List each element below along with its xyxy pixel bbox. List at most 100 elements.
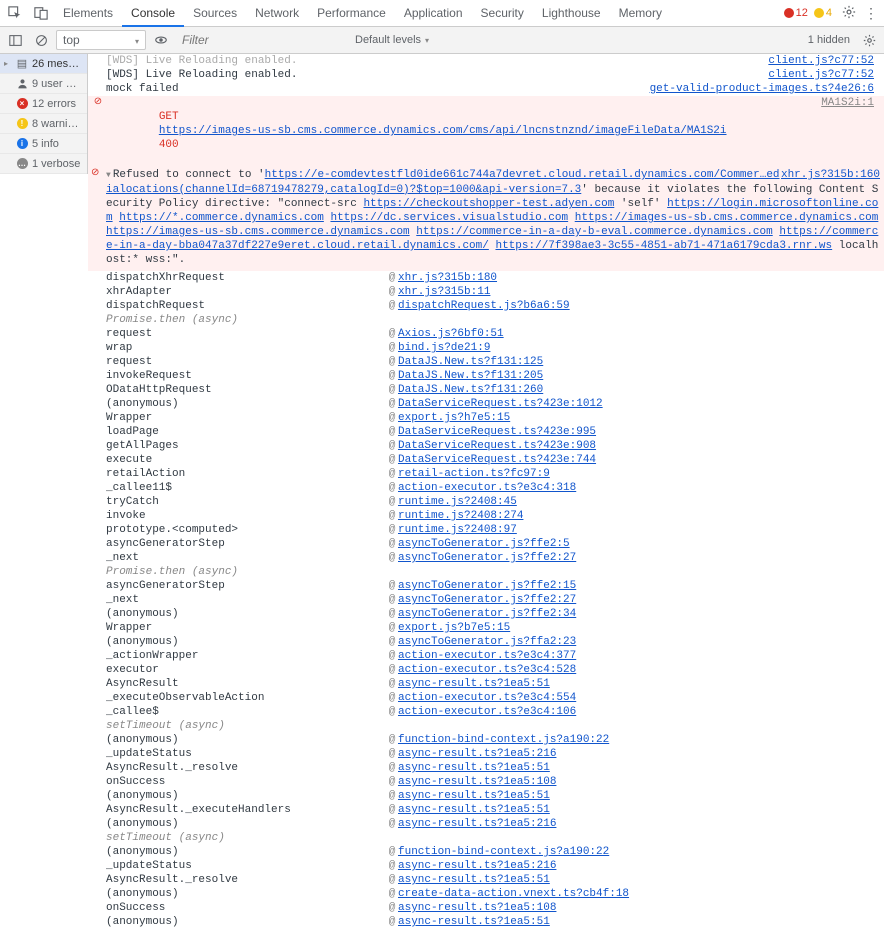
tab-application[interactable]: Application bbox=[395, 0, 472, 27]
stack-location-link[interactable]: function-bind-context.js?a190:22 bbox=[398, 734, 609, 746]
sidebar-errors[interactable]: ×12 errors bbox=[0, 94, 87, 114]
stack-location-link[interactable]: runtime.js?2408:274 bbox=[398, 510, 523, 522]
console-log-row[interactable]: mock failedget-valid-product-images.ts?4… bbox=[88, 82, 884, 96]
filter-input[interactable] bbox=[176, 30, 345, 50]
stack-location-link[interactable]: DataJS.New.ts?f131:260 bbox=[398, 384, 543, 396]
at-symbol: @ bbox=[386, 425, 398, 439]
stack-location-link[interactable]: async-result.ts?1ea5:216 bbox=[398, 818, 556, 830]
tab-console[interactable]: Console bbox=[122, 0, 184, 27]
sidebar-verbose[interactable]: …1 verbose bbox=[0, 154, 87, 174]
stack-location-link[interactable]: DataServiceRequest.ts?423e:908 bbox=[398, 440, 596, 452]
source-link[interactable]: client.js?c77:52 bbox=[768, 69, 874, 81]
hidden-count[interactable]: 1 hidden bbox=[808, 34, 854, 46]
console-settings-gear-icon[interactable] bbox=[858, 29, 880, 51]
sidebar-label: 12 errors bbox=[32, 98, 83, 110]
source-link[interactable]: xhr.js?315b:160 bbox=[781, 168, 880, 182]
expand-triangle-icon: ▸ bbox=[4, 59, 12, 68]
stack-location-link[interactable]: function-bind-context.js?a190:22 bbox=[398, 846, 609, 858]
csp-source-link[interactable]: https://checkoutshopper-test.adyen.com bbox=[363, 198, 614, 210]
tab-lighthouse[interactable]: Lighthouse bbox=[533, 0, 610, 27]
tab-security[interactable]: Security bbox=[472, 0, 533, 27]
source-link[interactable]: client.js?c77:52 bbox=[768, 55, 874, 67]
console-log-row[interactable]: [WDS] Live Reloading enabled.client.js?c… bbox=[88, 68, 884, 82]
stack-location-link[interactable]: action-executor.ts?e3c4:318 bbox=[398, 482, 576, 494]
stack-location-link[interactable]: export.js?h7e5:15 bbox=[398, 412, 510, 424]
stack-location-link[interactable]: runtime.js?2408:45 bbox=[398, 496, 517, 508]
stack-function: (anonymous) bbox=[106, 915, 386, 929]
stack-location-link[interactable]: DataJS.New.ts?f131:205 bbox=[398, 370, 543, 382]
tab-elements[interactable]: Elements bbox=[54, 0, 122, 27]
stack-location-link[interactable]: asyncToGenerator.js?ffe2:5 bbox=[398, 538, 570, 550]
more-options-icon[interactable]: ⋮ bbox=[860, 5, 882, 22]
stack-location-link[interactable]: DataServiceRequest.ts?423e:744 bbox=[398, 454, 596, 466]
stack-location-link[interactable]: runtime.js?2408:97 bbox=[398, 524, 517, 536]
request-url-link[interactable]: https://images-us-sb.cms.commerce.dynami… bbox=[159, 125, 727, 137]
stack-location-link[interactable]: async-result.ts?1ea5:216 bbox=[398, 860, 556, 872]
csp-error-block[interactable]: ⊘ xhr.js?315b:160 ▼Refused to connect to… bbox=[88, 166, 884, 271]
stack-location-link[interactable]: asyncToGenerator.js?ffe2:34 bbox=[398, 608, 576, 620]
stack-location-link[interactable]: dispatchRequest.js?b6a6:59 bbox=[398, 300, 570, 312]
stack-location-link[interactable]: async-result.ts?1ea5:51 bbox=[398, 874, 550, 886]
stack-location-link[interactable]: create-data-action.vnext.ts?cb4f:18 bbox=[398, 888, 629, 900]
stack-location-link[interactable]: asyncToGenerator.js?ffe2:15 bbox=[398, 580, 576, 592]
tab-memory[interactable]: Memory bbox=[610, 0, 671, 27]
console-error-row[interactable]: ⊘ GET https://images-us-sb.cms.commerce.… bbox=[88, 96, 884, 166]
stack-location-link[interactable]: async-result.ts?1ea5:51 bbox=[398, 762, 550, 774]
stack-location-link[interactable]: asyncToGenerator.js?ffe2:27 bbox=[398, 552, 576, 564]
console-log-row[interactable]: [WDS] Live Reloading enabled.client.js?c… bbox=[88, 54, 884, 68]
context-selector[interactable]: top bbox=[56, 30, 146, 50]
inspect-element-icon[interactable] bbox=[2, 0, 28, 26]
stack-location-link[interactable]: asyncToGenerator.js?ffa2:23 bbox=[398, 636, 576, 648]
csp-source-link[interactable]: https://dc.services.visualstudio.com bbox=[330, 212, 568, 224]
csp-source-link[interactable]: https://7f398ae3-3c55-4851-ab71-471a6179… bbox=[495, 240, 832, 252]
tab-performance[interactable]: Performance bbox=[308, 0, 395, 27]
settings-gear-icon[interactable] bbox=[838, 5, 860, 22]
csp-source-link[interactable]: https://*.commerce.dynamics.com bbox=[119, 212, 324, 224]
stack-location-link[interactable]: DataJS.New.ts?f131:125 bbox=[398, 356, 543, 368]
tab-sources[interactable]: Sources bbox=[184, 0, 246, 27]
console-main: ▸▤26 messages9 user mess...×12 errors!8 … bbox=[0, 54, 884, 929]
stack-location-link[interactable]: action-executor.ts?e3c4:554 bbox=[398, 692, 576, 704]
stack-location-link[interactable]: async-result.ts?1ea5:108 bbox=[398, 776, 556, 788]
stack-location-link[interactable]: bind.js?de21:9 bbox=[398, 342, 490, 354]
stack-location-link[interactable]: xhr.js?315b:180 bbox=[398, 272, 497, 284]
sidebar-user-mess-[interactable]: 9 user mess... bbox=[0, 74, 87, 94]
sidebar-messages[interactable]: ▸▤26 messages bbox=[0, 54, 87, 74]
stack-location-link[interactable]: async-result.ts?1ea5:216 bbox=[398, 748, 556, 760]
stack-location-link[interactable]: async-result.ts?1ea5:108 bbox=[398, 902, 556, 914]
csp-source-link[interactable]: https://images-us-sb.cms.commerce.dynami… bbox=[575, 212, 879, 224]
sidebar-label: 1 verbose bbox=[32, 158, 83, 170]
tab-network[interactable]: Network bbox=[246, 0, 308, 27]
source-link[interactable]: get-valid-product-images.ts?4e26:6 bbox=[650, 83, 874, 95]
expand-triangle-icon[interactable]: ▼ bbox=[106, 171, 111, 180]
warning-count-badge[interactable]: 4 bbox=[814, 7, 832, 19]
stack-location-link[interactable]: action-executor.ts?e3c4:106 bbox=[398, 706, 576, 718]
at-symbol: @ bbox=[386, 691, 398, 705]
stack-location-link[interactable]: action-executor.ts?e3c4:528 bbox=[398, 664, 576, 676]
stack-location-link[interactable]: DataServiceRequest.ts?423e:1012 bbox=[398, 398, 603, 410]
stack-location-link[interactable]: xhr.js?315b:11 bbox=[398, 286, 490, 298]
toggle-sidebar-icon[interactable] bbox=[4, 29, 26, 51]
stack-location-link[interactable]: export.js?b7e5:15 bbox=[398, 622, 510, 634]
stack-location-link[interactable]: action-executor.ts?e3c4:377 bbox=[398, 650, 576, 662]
live-expression-icon[interactable] bbox=[150, 29, 172, 51]
error-count-badge[interactable]: 12 bbox=[784, 7, 808, 19]
stack-location-link[interactable]: retail-action.ts?fc97:9 bbox=[398, 468, 550, 480]
log-levels-selector[interactable]: Default levels bbox=[349, 30, 435, 50]
stack-location-link[interactable]: asyncToGenerator.js?ffe2:27 bbox=[398, 594, 576, 606]
csp-source-literal: 'self' bbox=[621, 198, 661, 210]
stack-location-link[interactable]: Axios.js?6bf0:51 bbox=[398, 328, 504, 340]
source-link[interactable]: MA1S2i:1 bbox=[821, 97, 874, 109]
stack-location-link[interactable]: async-result.ts?1ea5:51 bbox=[398, 804, 550, 816]
clear-console-icon[interactable] bbox=[30, 29, 52, 51]
stack-location-link[interactable]: DataServiceRequest.ts?423e:995 bbox=[398, 426, 596, 438]
error-dot-icon bbox=[784, 8, 794, 18]
sidebar-warnings[interactable]: !8 warnings bbox=[0, 114, 87, 134]
csp-source-link[interactable]: https://commerce-in-a-day-b-eval.commerc… bbox=[416, 226, 772, 238]
device-toolbar-icon[interactable] bbox=[28, 0, 54, 26]
stack-location-link[interactable]: async-result.ts?1ea5:51 bbox=[398, 790, 550, 802]
stack-location-link[interactable]: async-result.ts?1ea5:51 bbox=[398, 678, 550, 690]
stack-location-link[interactable]: async-result.ts?1ea5:51 bbox=[398, 916, 550, 928]
sidebar-info[interactable]: i5 info bbox=[0, 134, 87, 154]
csp-source-link[interactable]: https://images-us-sb.cms.commerce.dynami… bbox=[106, 226, 410, 238]
